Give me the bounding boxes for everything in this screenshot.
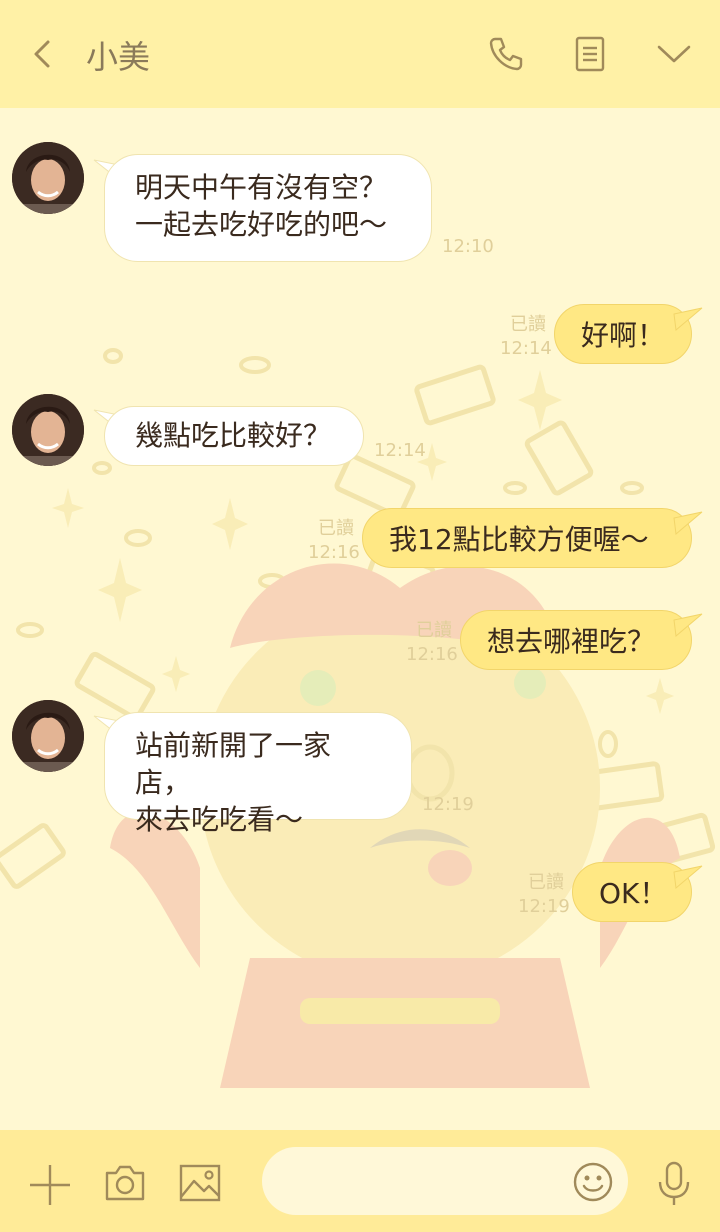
message-time: 12:19 [518, 896, 570, 917]
message-time: 12:19 [422, 794, 474, 815]
message-time: 12:14 [500, 338, 552, 359]
read-receipt: 已讀 [318, 518, 354, 539]
chat-header: 小美 [0, 0, 720, 108]
microphone-icon[interactable] [656, 1160, 692, 1208]
chevron-left-icon[interactable] [28, 38, 56, 70]
message-time: 12:14 [374, 440, 426, 461]
read-receipt: 已讀 [510, 314, 546, 335]
message-input-bar [0, 1130, 720, 1232]
incoming-message-bubble[interactable]: 明天中午有沒有空？ 一起去吃好吃的吧～ [104, 154, 432, 262]
phone-icon[interactable] [486, 34, 526, 74]
contact-name: 小美 [86, 38, 151, 76]
image-icon[interactable] [178, 1163, 222, 1203]
bubble-tail [673, 613, 703, 637]
bubble-tail [673, 865, 703, 889]
bubble-tail [673, 511, 703, 535]
chat-area[interactable]: 明天中午有沒有空？ 一起去吃好吃的吧～ 12:10 已讀 12:14 好啊！ 幾… [0, 108, 720, 1130]
camera-icon[interactable] [103, 1163, 147, 1203]
read-receipt: 已讀 [528, 872, 564, 893]
avatar[interactable] [12, 394, 84, 466]
bubble-tail [673, 307, 703, 331]
plus-icon[interactable] [28, 1163, 72, 1207]
contact-photo [12, 394, 84, 466]
emoji-icon[interactable] [572, 1161, 614, 1203]
message-time: 12:16 [308, 542, 360, 563]
message-time: 12:16 [406, 644, 458, 665]
contact-photo [12, 142, 84, 214]
avatar[interactable] [12, 142, 84, 214]
outgoing-message-bubble[interactable]: 我12點比較方便喔～ [362, 508, 692, 568]
incoming-message-bubble[interactable]: 幾點吃比較好？ [104, 406, 364, 466]
chevron-down-icon[interactable] [654, 34, 694, 74]
outgoing-message-bubble[interactable]: 想去哪裡吃？ [460, 610, 692, 670]
avatar[interactable] [12, 700, 84, 772]
note-icon[interactable] [570, 34, 610, 74]
contact-photo [12, 700, 84, 772]
read-receipt: 已讀 [416, 620, 452, 641]
message-input[interactable] [262, 1147, 628, 1215]
incoming-message-bubble[interactable]: 站前新開了一家店， 來去吃吃看～ [104, 712, 412, 836]
message-time: 12:10 [442, 236, 494, 257]
